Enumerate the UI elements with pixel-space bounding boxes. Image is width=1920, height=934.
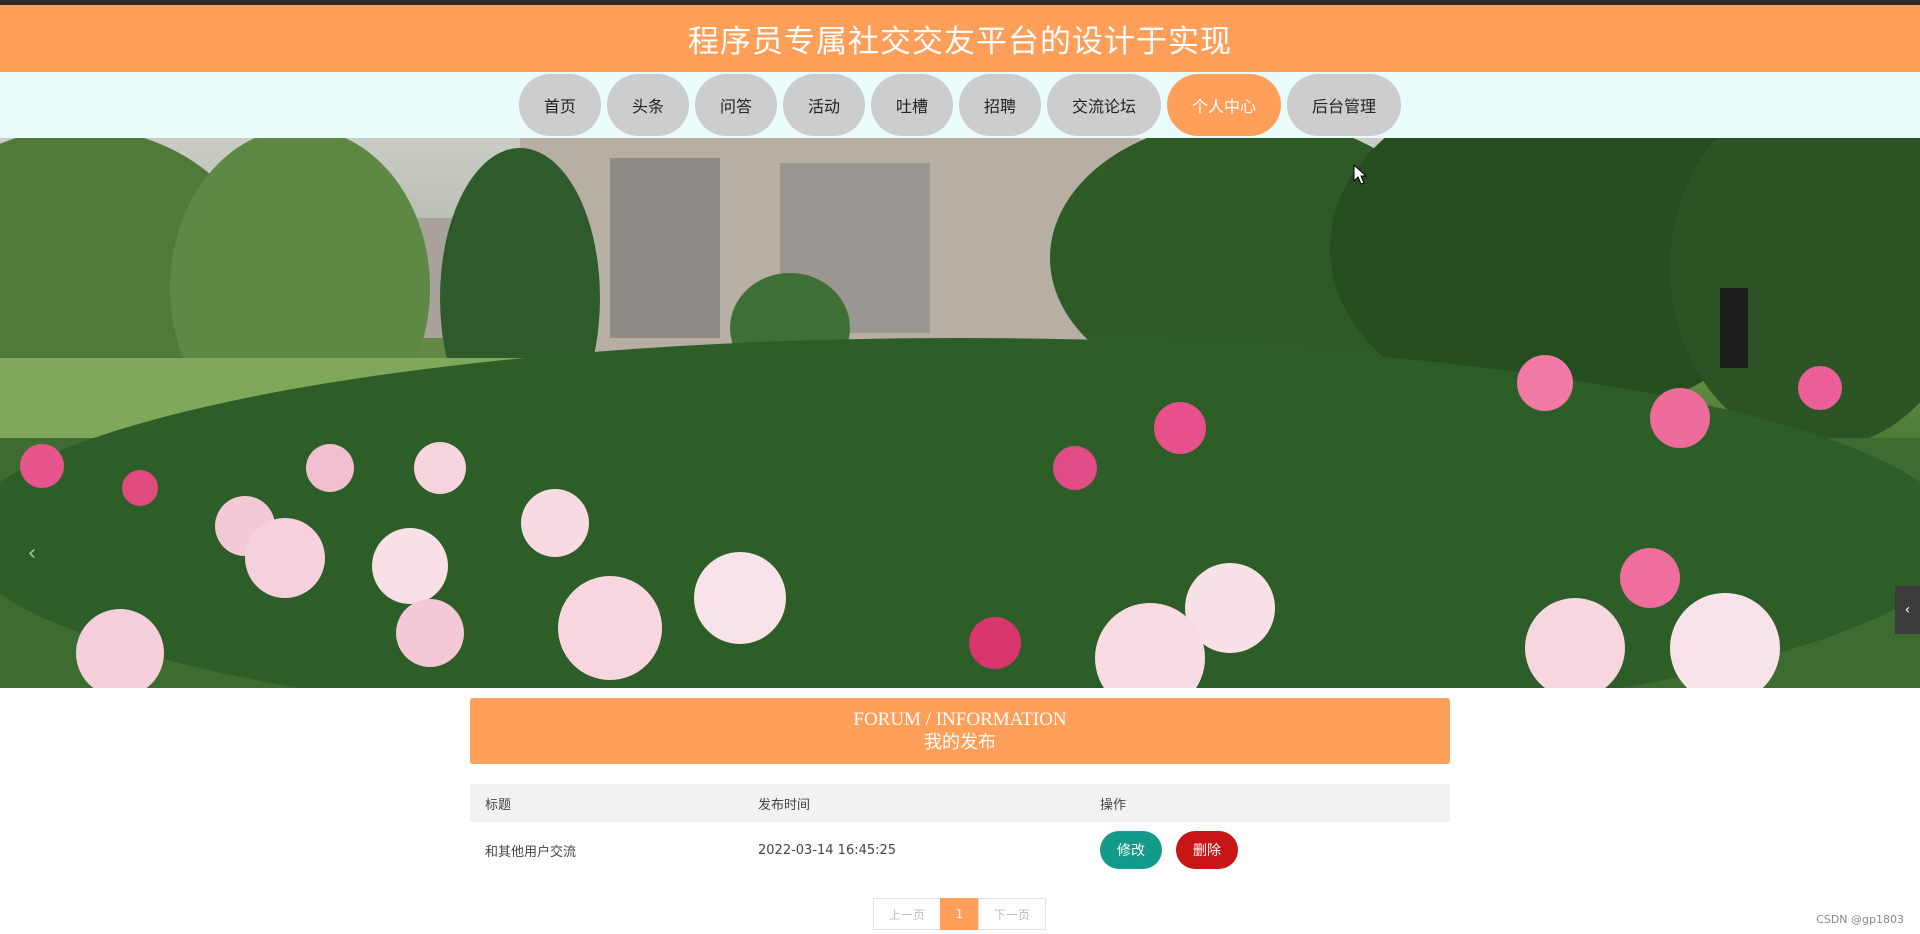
posts-table: 标题 发布时间 操作 和其他用户交流 2022-03-14 16:45:25 修… — [470, 784, 1450, 878]
site-header: 程序员专属社交交友平台的设计于实现 — [0, 5, 1920, 72]
post-title: 和其他用户交流 — [485, 844, 577, 860]
nav-personal-center[interactable]: 个人中心 — [1167, 74, 1282, 136]
watermark: CSDN @gp1803 — [1816, 913, 1904, 926]
prev-page-button[interactable]: 上一页 — [873, 898, 941, 930]
nav-jobs[interactable]: 招聘 — [959, 74, 1042, 136]
mouse-cursor-icon — [1353, 164, 1367, 185]
nav-complaints[interactable]: 吐槽 — [870, 74, 953, 136]
edit-button[interactable]: 修改 — [1100, 831, 1162, 869]
section-title-en: FORUM / INFORMATION — [853, 709, 1067, 730]
row-actions: 修改 删除 — [1085, 831, 1450, 869]
pagination: 上一页 1 下一页 — [873, 898, 1046, 930]
column-header-actions: 操作 — [1100, 797, 1127, 813]
page-number-current[interactable]: 1 — [940, 898, 979, 930]
nav-qa[interactable]: 问答 — [694, 74, 777, 136]
column-header-time: 发布时间 — [758, 797, 811, 813]
banner-image — [0, 138, 1920, 688]
next-page-button[interactable]: 下一页 — [978, 898, 1046, 930]
side-panel-toggle[interactable]: ‹ — [1895, 586, 1920, 634]
nav-headlines[interactable]: 头条 — [606, 74, 689, 136]
nav-forum[interactable]: 交流论坛 — [1047, 74, 1162, 136]
site-title: 程序员专属社交交友平台的设计于实现 — [688, 24, 1232, 60]
carousel-prev-arrow[interactable]: ‹ — [20, 533, 44, 573]
nav-admin[interactable]: 后台管理 — [1287, 74, 1402, 136]
nav-activities[interactable]: 活动 — [782, 74, 865, 136]
banner-carousel[interactable]: ‹ ‹ — [0, 138, 1920, 688]
table-header-row: 标题 发布时间 操作 — [470, 784, 1450, 822]
section-title-zh: 我的发布 — [924, 732, 996, 753]
post-time: 2022-03-14 16:45:25 — [758, 842, 897, 858]
delete-button[interactable]: 删除 — [1176, 831, 1238, 869]
column-header-title: 标题 — [485, 797, 512, 813]
main-nav: 首页 头条 问答 活动 吐槽 招聘 交流论坛 个人中心 后台管理 — [0, 72, 1920, 138]
table-row: 和其他用户交流 2022-03-14 16:45:25 修改 删除 — [470, 822, 1450, 878]
section-header: FORUM / INFORMATION 我的发布 — [470, 698, 1450, 764]
nav-home[interactable]: 首页 — [518, 74, 601, 136]
